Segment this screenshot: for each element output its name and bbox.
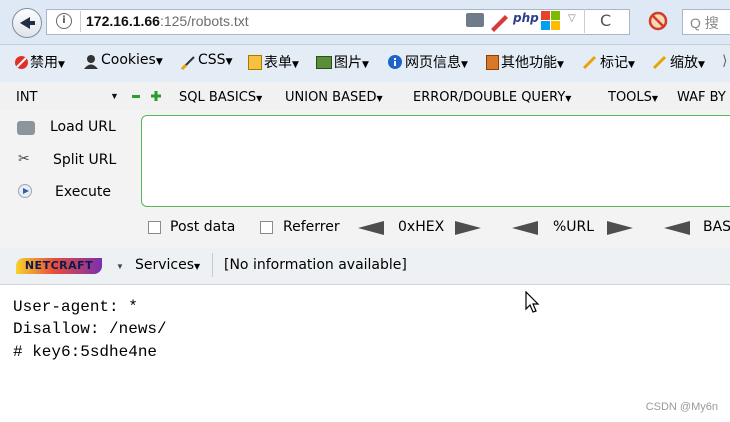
- base64-label: BAS: [703, 219, 730, 235]
- menu-error-double-query[interactable]: ERROR/DOUBLE QUERY▼: [413, 90, 571, 105]
- robots-line-2: Disallow: /news/: [13, 320, 167, 338]
- url-decode-arrow[interactable]: [512, 221, 538, 235]
- pen-icon[interactable]: [488, 10, 510, 32]
- execute-button[interactable]: Execute: [55, 184, 111, 200]
- referrer-label: Referrer: [283, 219, 340, 235]
- address-host: 172.16.1.66: [86, 13, 160, 29]
- menu-label: CSS: [198, 52, 226, 68]
- menu-label: 表单: [264, 55, 292, 71]
- hex-decode-arrow[interactable]: [358, 221, 384, 235]
- hex-encode-arrow[interactable]: [455, 221, 481, 235]
- url-encode-arrow[interactable]: [607, 221, 633, 235]
- robots-line-1: User-agent: *: [13, 298, 138, 316]
- disable-icon: [15, 56, 28, 69]
- url-textarea[interactable]: [141, 115, 730, 207]
- menu-css[interactable]: CSS▼: [198, 52, 232, 68]
- menu-cookies[interactable]: Cookies▼: [101, 52, 163, 68]
- load-url-button[interactable]: Load URL: [50, 119, 116, 135]
- menu-resize[interactable]: 缩放▼: [670, 52, 705, 72]
- hackbar-menu-label: TOOLS: [608, 90, 652, 105]
- robots-line-3: # key6:5sdhe4ne: [13, 343, 158, 361]
- form-icon: [248, 55, 262, 70]
- menu-waf-bypass[interactable]: WAF BY: [677, 90, 726, 105]
- post-data-label: Post data: [170, 219, 236, 235]
- menu-label: 禁用: [30, 55, 58, 71]
- block-icon[interactable]: [648, 11, 668, 31]
- address-separator: [80, 11, 81, 32]
- menu-images[interactable]: 图片▼: [334, 52, 369, 72]
- menu-disable[interactable]: 禁用▼: [30, 52, 65, 72]
- menu-label: 图片: [334, 55, 362, 71]
- scissors-icon[interactable]: ✂: [18, 150, 30, 167]
- search-placeholder: Q 搜: [690, 15, 719, 31]
- info-icon[interactable]: i: [56, 13, 72, 29]
- services-menu[interactable]: Services▼: [135, 257, 200, 273]
- base64-decode-arrow[interactable]: [664, 221, 690, 235]
- menu-label: 标记: [600, 55, 628, 71]
- address-path: :125/robots.txt: [159, 13, 249, 29]
- plus-icon[interactable]: [151, 91, 161, 101]
- netcraft-dropdown-icon[interactable]: ▼: [116, 262, 124, 271]
- resize-icon: [652, 55, 667, 70]
- person-icon: [84, 55, 98, 69]
- mouse-cursor-icon: [525, 291, 540, 313]
- menu-outline[interactable]: 标记▼: [600, 52, 635, 72]
- menu-tools[interactable]: TOOLS▼: [608, 90, 658, 105]
- watermark: CSDN @My6n: [645, 401, 718, 413]
- css-icon: [180, 56, 195, 71]
- hackbar-menu-label: SQL BASICS: [179, 90, 257, 105]
- referrer-checkbox[interactable]: [260, 221, 273, 234]
- info-circle-icon: [388, 55, 402, 69]
- dropdown-arrow-icon[interactable]: ▽: [568, 13, 576, 24]
- select-arrow-icon[interactable]: ▼: [110, 91, 119, 101]
- reload-icon[interactable]: C: [600, 11, 611, 30]
- menu-label: 缩放: [670, 55, 698, 71]
- hackbar-menu-label: WAF BY: [677, 90, 726, 105]
- hackbar-menu-label: ERROR/DOUBLE QUERY: [413, 90, 566, 105]
- netcraft-logo[interactable]: NETCRAFT: [16, 258, 102, 274]
- outline-icon: [582, 55, 597, 70]
- menu-misc[interactable]: 其他功能▼: [501, 52, 564, 72]
- menu-label: 网页信息: [405, 55, 461, 71]
- menu-forms[interactable]: 表单▼: [264, 52, 299, 72]
- hackbar-menu-label: UNION BASED: [285, 90, 377, 105]
- netcraft-separator: [212, 253, 213, 277]
- menu-label: 其他功能: [501, 55, 557, 71]
- menu-label: Cookies: [101, 52, 156, 68]
- hex-label: 0xHEX: [398, 219, 445, 235]
- type-select[interactable]: INT: [16, 90, 38, 105]
- menu-union-based[interactable]: UNION BASED▼: [285, 90, 383, 105]
- minus-icon[interactable]: [132, 95, 140, 98]
- type-select-value: INT: [16, 90, 38, 105]
- load-url-icon[interactable]: [17, 121, 35, 135]
- tools-icon[interactable]: ⟩: [722, 52, 727, 69]
- toolbar-separator: [584, 9, 585, 33]
- address-text[interactable]: 172.16.1.66:125/robots.txt: [86, 13, 249, 29]
- php-icon[interactable]: php: [513, 11, 539, 25]
- menu-page-info[interactable]: 网页信息▼: [405, 52, 468, 72]
- misc-icon: [486, 55, 499, 70]
- post-data-checkbox[interactable]: [148, 221, 161, 234]
- url-encode-label: %URL: [553, 219, 595, 235]
- play-icon: [23, 188, 29, 194]
- services-label: Services: [135, 257, 195, 273]
- color-grid-icon[interactable]: [541, 11, 561, 31]
- back-button[interactable]: [12, 8, 42, 38]
- page-icon[interactable]: [466, 13, 484, 27]
- image-icon: [316, 56, 332, 69]
- menu-sql-basics[interactable]: SQL BASICS▼: [179, 90, 262, 105]
- split-url-button[interactable]: Split URL: [53, 152, 116, 168]
- site-info-text: [No information available]: [224, 257, 407, 273]
